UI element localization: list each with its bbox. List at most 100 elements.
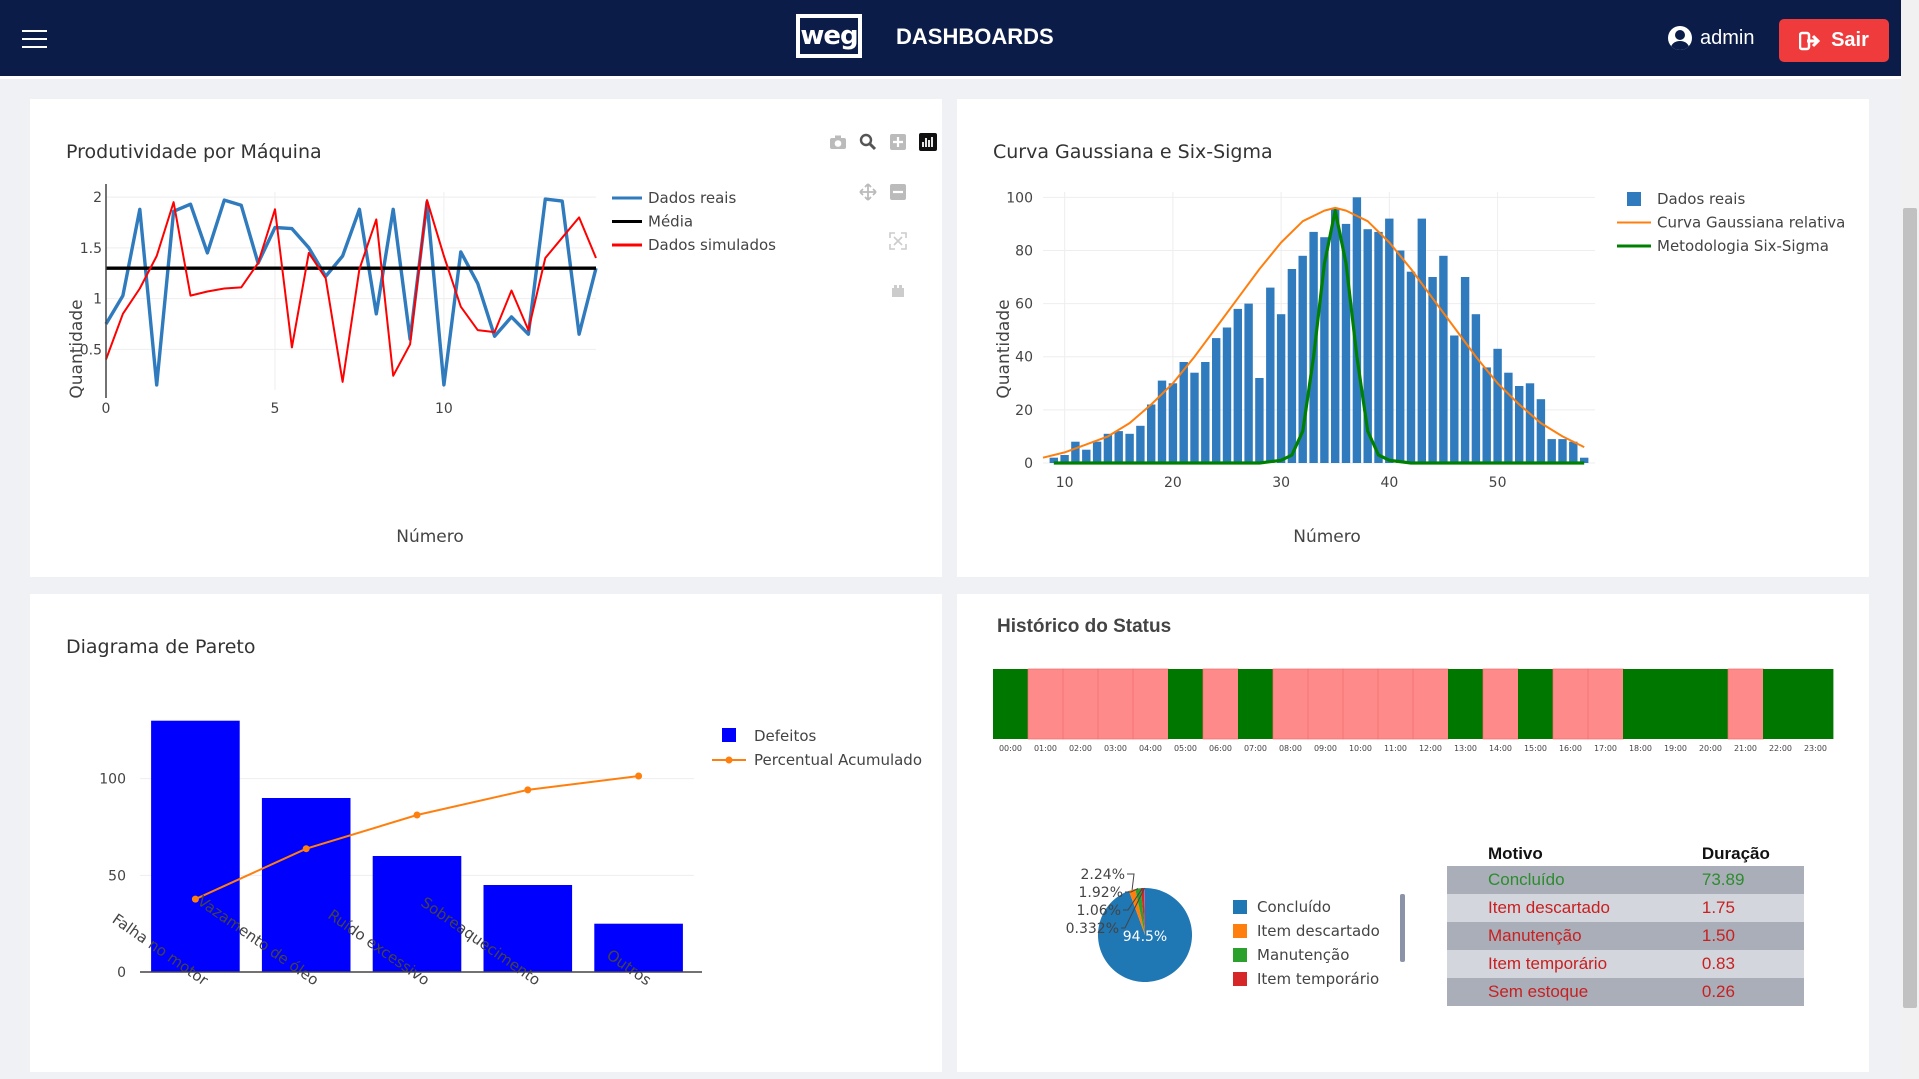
hour-label: 17:00 xyxy=(1594,744,1617,753)
legend-label: Item temporário xyxy=(1257,970,1379,988)
histogram-bar xyxy=(1276,314,1286,463)
y-tick-label: 0 xyxy=(1024,456,1033,472)
hour-label: 19:00 xyxy=(1664,744,1687,753)
produtividade-plot[interactable]: 0.511.520 5 10 Número Quantidade Dados rea… xyxy=(30,99,942,577)
produtividade-card: Produtividade por Máquina 0.5 1 1.5 2 0 5 10 N… xyxy=(30,99,942,577)
x-tick-label: 0 xyxy=(102,401,111,417)
legend-swatch xyxy=(1233,972,1247,986)
pie-value-label: 1.92% xyxy=(1079,885,1123,901)
pie-value-label: 0.332% xyxy=(1066,921,1119,937)
legend-label: Dados simulados xyxy=(648,236,776,254)
user-icon xyxy=(1668,26,1692,50)
hour-label: 10:00 xyxy=(1349,744,1372,753)
histogram-bar xyxy=(1471,314,1481,463)
menu-icon[interactable] xyxy=(22,30,47,50)
legend-label: Curva Gaussiana relativa xyxy=(1657,214,1845,232)
y-tick-label: 1 xyxy=(93,292,102,308)
legend-label: Concluído xyxy=(1257,898,1331,916)
hour-label: 15:00 xyxy=(1524,744,1547,753)
series-line xyxy=(104,197,598,387)
user-menu[interactable]: admin xyxy=(1668,26,1754,50)
legend-label: Defeitos xyxy=(754,727,817,745)
duracao-cell: 0.83 xyxy=(1660,950,1804,978)
histogram-bar xyxy=(1179,362,1188,463)
status-block xyxy=(1727,668,1764,740)
histogram-bar xyxy=(1136,425,1145,463)
histogram-bar xyxy=(1092,441,1102,463)
histogram-bar xyxy=(1255,378,1264,463)
table-row: Manutenção 1.50 xyxy=(1447,922,1804,950)
histogram-bar xyxy=(1439,255,1448,463)
histogram-bar xyxy=(1266,287,1275,463)
histogram-bar xyxy=(1515,386,1524,463)
duracao-cell: 0.26 xyxy=(1660,978,1804,1006)
motivo-cell: Item temporário xyxy=(1447,950,1661,978)
legend-label: Dados reais xyxy=(1657,190,1745,208)
x-tick-label: 20 xyxy=(1164,475,1182,491)
status-block xyxy=(1518,669,1554,739)
pie-value-label: 2.24% xyxy=(1081,867,1125,883)
status-block xyxy=(1238,669,1274,739)
histogram-bar xyxy=(1071,441,1080,463)
legend-marker xyxy=(725,756,733,764)
hour-label: 00:00 xyxy=(999,744,1022,753)
legend-swatch xyxy=(722,728,736,742)
histogram-bar xyxy=(1331,207,1340,463)
gaussiana-card: Curva Gaussiana e Six-Sigma 0 20 40 60 80 100… xyxy=(957,99,1869,577)
legend-swatch xyxy=(1233,924,1247,938)
y-tick-label: 80 xyxy=(1015,243,1033,259)
histogram-bar xyxy=(1212,338,1221,463)
histogram-bar xyxy=(1396,250,1405,463)
gaussiana-plot[interactable]: 0 20 40 60 80 100 10 20 30 40 50 Número Quantidade… xyxy=(957,99,1869,577)
histogram-bar xyxy=(1428,277,1437,463)
pareto-plot[interactable]: 050100Falha no motorVazamento de óleo Ruí… xyxy=(30,594,942,1072)
motivo-cell: Item descartado xyxy=(1447,894,1661,922)
pareto-bar xyxy=(151,720,240,972)
motivo-cell: Sem estoque xyxy=(1447,978,1661,1006)
hour-label: 06:00 xyxy=(1209,744,1232,753)
hour-label: 09:00 xyxy=(1314,744,1337,753)
pie-value-label: 1.06% xyxy=(1077,903,1121,919)
histogram-bar xyxy=(1125,433,1134,463)
y-tick-label: 1.5 xyxy=(80,241,102,257)
status-block xyxy=(1272,668,1309,740)
status-block xyxy=(1763,669,1799,739)
histogram-bar xyxy=(1385,218,1394,463)
cumulative-point xyxy=(635,772,643,780)
status-block xyxy=(1168,669,1204,739)
y-tick-label: 100 xyxy=(99,772,126,788)
hour-label: 07:00 xyxy=(1244,744,1267,753)
histogram-bar xyxy=(1190,372,1199,463)
scrollbar-thumb[interactable] xyxy=(1903,208,1917,1008)
hour-label: 20:00 xyxy=(1699,744,1722,753)
histogram-bar xyxy=(1493,348,1502,463)
status-block xyxy=(1062,668,1099,740)
pie-value-label: 94.5% xyxy=(1123,929,1167,945)
histogram-bar xyxy=(1147,404,1156,463)
col-header-motivo: Motivo xyxy=(1488,844,1543,863)
table-row: Concluído 73.89 xyxy=(1447,866,1804,894)
status-block xyxy=(993,669,1029,739)
status-block xyxy=(1658,669,1694,739)
page-scrollbar[interactable] xyxy=(1901,0,1919,1079)
histogram-bar xyxy=(1233,308,1242,463)
x-axis-label: Número xyxy=(1293,527,1361,547)
x-tick-label: 50 xyxy=(1489,475,1507,491)
y-tick-label: 50 xyxy=(108,868,126,884)
histogram-bar xyxy=(1417,218,1426,463)
histogram-bar xyxy=(1450,335,1459,463)
legend-scrollbar[interactable] xyxy=(1400,894,1405,962)
histogram-bar xyxy=(1168,383,1178,463)
x-tick-label: 40 xyxy=(1380,475,1398,491)
y-tick-label: 40 xyxy=(1015,350,1033,366)
status-block xyxy=(1693,669,1729,739)
status-block xyxy=(1202,668,1239,740)
y-tick-label: 20 xyxy=(1015,403,1033,419)
histogram-bar xyxy=(1558,439,1567,463)
status-card: Histórico do Status 00:00 01:00 02:00 03:00… xyxy=(957,594,1869,1072)
y-tick-label: 0 xyxy=(117,965,126,981)
cumulative-point xyxy=(302,845,310,853)
logout-button[interactable]: Sair xyxy=(1779,19,1889,62)
cumulative-point xyxy=(524,786,532,794)
hour-label: 02:00 xyxy=(1069,744,1092,753)
